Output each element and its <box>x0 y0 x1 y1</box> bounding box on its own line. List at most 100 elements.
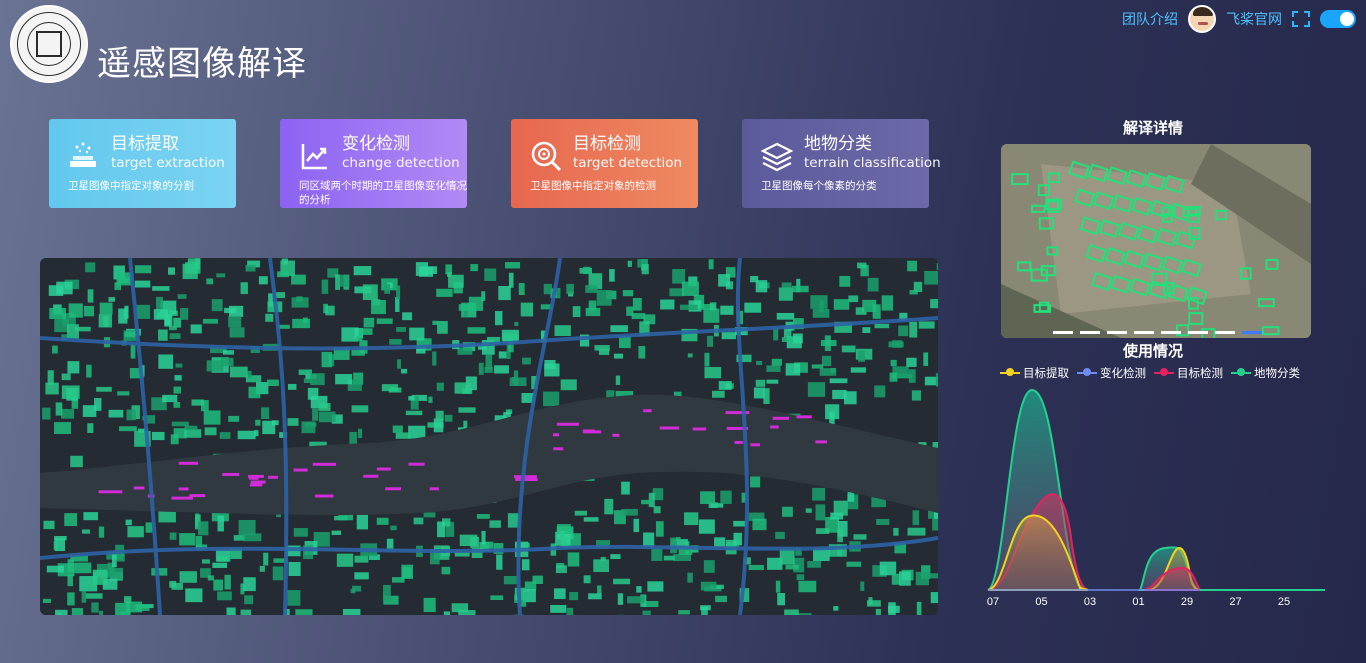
building-mark <box>930 298 938 309</box>
ship-mark <box>612 433 620 437</box>
building-mark <box>371 300 386 315</box>
building-mark <box>136 304 151 319</box>
avatar[interactable] <box>1188 5 1216 33</box>
building-mark <box>898 325 909 337</box>
building-mark <box>185 588 203 603</box>
ship-mark <box>133 486 145 490</box>
building-mark <box>134 265 152 274</box>
building-mark <box>673 554 691 562</box>
building-mark <box>383 584 391 601</box>
interpretation-map[interactable] <box>40 258 938 615</box>
carousel-dot[interactable] <box>1188 331 1208 334</box>
carousel-dot[interactable] <box>1134 331 1154 334</box>
building-mark <box>216 273 226 278</box>
building-mark <box>47 370 54 385</box>
building-mark <box>610 325 628 333</box>
building-mark <box>777 593 786 606</box>
building-mark <box>521 559 530 571</box>
x-tick-label: 01 <box>1132 596 1144 608</box>
building-mark <box>354 572 369 580</box>
card-target-detection[interactable]: 目标检测 target detection 卫星图像中指定对象的检测 <box>511 119 698 208</box>
building-mark <box>173 402 181 408</box>
card-terrain-classification[interactable]: 地物分类 terrain classification 卫星图像每个像素的分类 <box>742 119 941 208</box>
building-mark <box>405 410 423 416</box>
search-target-icon <box>531 141 562 172</box>
detail-image-carousel[interactable] <box>1001 144 1311 338</box>
building-mark <box>111 554 117 568</box>
building-mark <box>55 402 63 416</box>
building-mark <box>470 536 480 548</box>
ship-mark <box>376 467 391 471</box>
building-mark <box>632 298 642 311</box>
carousel-dot[interactable] <box>1242 331 1262 334</box>
building-mark <box>687 572 693 583</box>
card-target-extraction[interactable]: 目标提取 target extraction 卫星图像中指定对象的分割 <box>49 119 236 208</box>
card-description: 卫星图像中指定对象的检测 <box>530 180 656 192</box>
building-mark <box>779 548 795 565</box>
building-mark <box>229 366 248 378</box>
ship-mark <box>222 472 240 476</box>
building-mark <box>190 324 202 334</box>
building-mark <box>678 610 690 615</box>
building-mark <box>74 562 92 574</box>
building-mark <box>169 580 177 588</box>
building-mark <box>892 340 903 348</box>
building-mark <box>907 527 926 536</box>
building-mark <box>744 302 762 313</box>
building-mark <box>318 411 336 423</box>
building-mark <box>718 274 731 287</box>
paddle-site-link[interactable]: 飞桨官网 <box>1226 9 1282 29</box>
carousel-dot[interactable] <box>1215 331 1235 334</box>
theme-toggle[interactable] <box>1320 10 1356 28</box>
building-mark <box>94 398 102 411</box>
building-mark <box>648 492 655 508</box>
building-mark <box>259 565 265 572</box>
building-mark <box>351 405 369 413</box>
building-mark <box>356 514 368 530</box>
ship-mark <box>643 409 652 413</box>
building-mark <box>876 518 890 525</box>
building-mark <box>87 423 94 433</box>
building-mark <box>638 346 646 359</box>
building-mark <box>811 364 824 369</box>
fullscreen-icon[interactable] <box>1292 11 1310 27</box>
building-mark <box>812 308 830 318</box>
carousel-dot[interactable] <box>1080 331 1100 334</box>
card-subtitle: change detection <box>342 155 460 171</box>
building-mark <box>837 529 843 543</box>
building-mark <box>684 512 699 526</box>
building-mark <box>875 608 881 615</box>
building-mark <box>228 316 242 328</box>
building-mark <box>810 295 828 309</box>
building-mark <box>158 354 174 369</box>
card-change-detection[interactable]: 变化检测 change detection 同区域两个时期的卫星图像变化情况的分… <box>280 119 467 208</box>
ship-mark <box>178 487 189 491</box>
building-mark <box>92 569 108 585</box>
building-mark <box>496 554 503 570</box>
building-mark <box>583 575 591 584</box>
building-mark <box>48 285 64 296</box>
building-mark <box>792 333 803 344</box>
building-mark <box>585 285 598 293</box>
ship-mark <box>268 475 279 479</box>
building-mark <box>359 328 373 335</box>
building-mark <box>721 332 736 340</box>
building-mark <box>610 554 621 560</box>
building-mark <box>64 513 78 527</box>
building-mark <box>67 559 74 572</box>
building-mark <box>265 313 274 322</box>
carousel-dot[interactable] <box>1161 331 1181 334</box>
team-intro-link[interactable]: 团队介绍 <box>1122 9 1178 29</box>
carousel-dot[interactable] <box>1107 331 1127 334</box>
building-mark <box>108 297 116 302</box>
building-mark <box>681 281 699 296</box>
building-mark <box>641 499 650 505</box>
building-mark <box>81 529 90 534</box>
building-mark <box>508 272 514 288</box>
building-mark <box>135 604 150 611</box>
building-mark <box>226 607 236 615</box>
building-mark <box>627 596 645 604</box>
building-mark <box>458 304 474 311</box>
carousel-dot[interactable] <box>1053 331 1073 334</box>
building-mark <box>458 610 476 615</box>
